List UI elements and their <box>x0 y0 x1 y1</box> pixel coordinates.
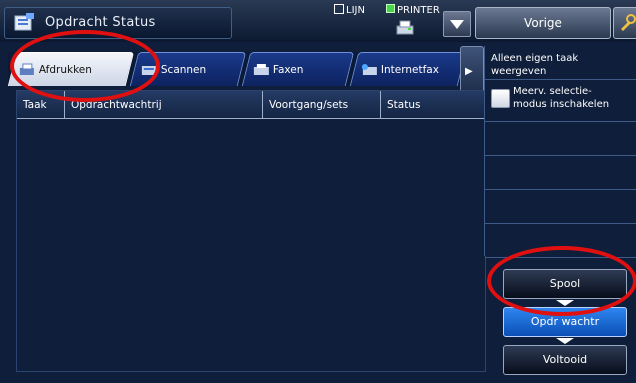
job-queue-button[interactable]: Opdr wachtr <box>503 307 627 337</box>
multi-select-checkbox[interactable] <box>491 89 510 108</box>
printer-status-label: PRINTER <box>397 5 440 16</box>
column-header-progress[interactable]: Voortgang/sets <box>263 91 381 119</box>
status-dropdown-button[interactable] <box>443 11 471 37</box>
settings-button[interactable] <box>613 7 636 39</box>
side-panel-empty-row <box>485 190 636 224</box>
fax-tab-icon <box>253 63 269 75</box>
column-header-queue[interactable]: Opdrachtwachtrij <box>65 91 263 119</box>
back-button[interactable]: Vorige <box>475 7 611 39</box>
wrench-settings-icon <box>621 14 636 31</box>
page-title-box: Opdracht Status <box>4 7 232 39</box>
printer-status: PRINTER <box>386 4 440 16</box>
line-status: LIJN <box>334 4 365 16</box>
tab-scan[interactable]: Scannen <box>129 52 247 86</box>
internetfax-tab-icon <box>361 63 377 75</box>
side-panel-empty-row <box>485 224 636 258</box>
tab-scan-label: Scannen <box>160 63 207 76</box>
spool-button[interactable]: Spool <box>503 269 627 299</box>
side-panel-empty-row <box>485 122 636 156</box>
own-jobs-toggle[interactable]: Alleen eigen taak weergeven <box>485 46 636 80</box>
multi-select-label: Meerv. selectie- modus inschakelen <box>513 86 610 110</box>
flow-arrow-down-icon <box>556 300 574 306</box>
play-next-icon: ▶ <box>465 66 473 77</box>
printer-status-light <box>386 4 395 13</box>
side-panel: Alleen eigen taak weergeven Meerv. selec… <box>484 46 636 258</box>
top-bar: Opdracht Status LIJN PRINTER Vorige <box>0 0 636 42</box>
tab-fax-label: Faxen <box>272 63 304 76</box>
line-status-label: LIJN <box>346 5 365 16</box>
column-header-job[interactable]: Taak <box>17 91 65 119</box>
table-header: Taak Opdrachtwachtrij Voortgang/sets Sta… <box>17 91 485 119</box>
dropdown-arrow-icon <box>450 20 464 29</box>
job-status-icon <box>14 13 34 31</box>
side-panel-empty-row <box>485 156 636 190</box>
own-jobs-label: Alleen eigen taak weergeven <box>491 53 579 77</box>
flow-arrow-down-icon <box>556 338 574 344</box>
tab-fax[interactable]: Faxen <box>241 52 355 86</box>
tab-print-label: Afdrukken <box>38 63 92 76</box>
scan-tab-icon <box>141 65 156 75</box>
line-status-box <box>334 4 344 14</box>
tab-print[interactable]: Afdrukken <box>7 52 135 86</box>
job-queue-table[interactable]: Taak Opdrachtwachtrij Voortgang/sets Sta… <box>16 90 486 372</box>
print-tab-icon <box>19 63 34 75</box>
multi-select-toggle[interactable]: Meerv. selectie- modus inschakelen <box>485 80 636 122</box>
tab-internetfax-label: Internetfax <box>380 63 439 76</box>
printer-icon <box>396 20 414 35</box>
page-title: Opdracht Status <box>45 15 156 30</box>
column-header-status[interactable]: Status <box>381 91 485 119</box>
job-type-tabs: Afdrukken Scannen Faxen Internetfax <box>7 52 467 86</box>
completed-button[interactable]: Voltooid <box>503 345 627 375</box>
tab-internetfax[interactable]: Internetfax <box>349 52 467 86</box>
